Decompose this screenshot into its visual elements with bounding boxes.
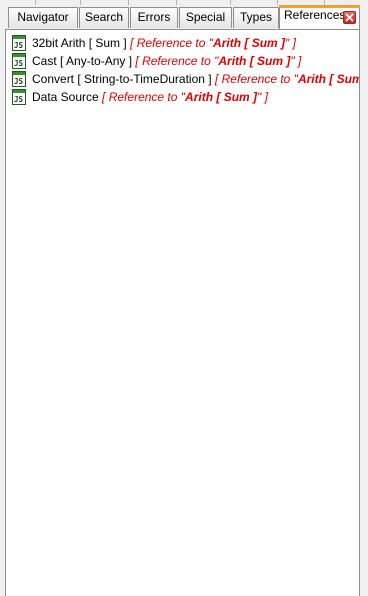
reference-annotation: [ Reference to "Arith [ Sum ]" ]: [135, 54, 301, 68]
ref-target: Arith [ Sum ]: [213, 36, 286, 50]
close-icon: [345, 13, 354, 22]
js-file-icon: JS: [12, 89, 26, 105]
tab-errors[interactable]: Errors: [130, 7, 178, 28]
item-name: Cast [ Any-to-Any ]: [32, 54, 133, 68]
reference-annotation: [ Reference to "Arith [ Sum ]" ]: [215, 72, 359, 86]
reference-annotation: [ Reference to "Arith [ Sum ]" ]: [130, 36, 296, 50]
ref-target: Arith [ Sum ]: [218, 54, 291, 68]
tab-search[interactable]: Search: [79, 7, 129, 28]
js-file-icon: JS: [12, 53, 26, 69]
references-list: JS 32bit Arith [ Sum ] [ Reference to "A…: [11, 34, 359, 106]
tab-references[interactable]: References: [279, 5, 360, 29]
svg-text:JS: JS: [14, 95, 24, 104]
tab-types[interactable]: Types: [233, 7, 279, 28]
list-item-text: Convert [ String-to-TimeDuration ] [ Ref…: [32, 72, 359, 86]
js-file-icon: JS: [12, 35, 26, 51]
ref-prefix: Reference to ": [221, 72, 298, 86]
svg-text:JS: JS: [14, 59, 24, 68]
tab-bar: Navigator Search Errors Special Types Re…: [0, 5, 368, 29]
js-file-icon: JS: [12, 71, 26, 87]
ref-suffix: " ]: [257, 90, 268, 104]
tab-label: Search: [84, 10, 124, 24]
item-name: Data Source: [32, 90, 99, 104]
ref-suffix: " ]: [285, 36, 296, 50]
ref-prefix: Reference to ": [108, 90, 186, 104]
tab-label: Navigator: [17, 10, 69, 24]
references-panel: JS 32bit Arith [ Sum ] [ Reference to "A…: [5, 29, 360, 596]
ref-suffix: " ]: [290, 54, 302, 68]
tab-label: Special: [185, 10, 226, 24]
tab-label: References: [284, 8, 346, 22]
list-item-text: Cast [ Any-to-Any ] [ Reference to "Arit…: [32, 54, 301, 68]
close-tab-button[interactable]: [343, 11, 356, 24]
list-item[interactable]: JS Data Source [ Reference to "Arith [ S…: [11, 88, 359, 106]
ref-target: Arith [ Sum ]: [185, 90, 258, 104]
ref-open: [: [214, 72, 222, 86]
list-item[interactable]: JS 32bit Arith [ Sum ] [ Reference to "A…: [11, 34, 359, 52]
tab-label: Errors: [137, 10, 171, 24]
list-item[interactable]: JS Convert [ String-to-TimeDuration ] [ …: [11, 70, 359, 88]
list-item-text: Data Source [ Reference to "Arith [ Sum …: [32, 90, 268, 104]
panel-right-edge: [360, 29, 368, 596]
ref-open: [: [102, 90, 109, 104]
svg-text:JS: JS: [14, 41, 24, 50]
tab-label: Types: [239, 10, 272, 24]
tab-navigator[interactable]: Navigator: [8, 7, 78, 28]
list-item-text: 32bit Arith [ Sum ] [ Reference to "Arit…: [32, 36, 296, 50]
ref-prefix: Reference to ": [136, 36, 214, 50]
ref-prefix: Reference to ": [142, 54, 219, 68]
reference-annotation: [ Reference to "Arith [ Sum ]" ]: [102, 90, 268, 104]
tab-special[interactable]: Special: [179, 7, 232, 28]
svg-text:JS: JS: [14, 77, 24, 86]
ref-target: Arith [ Sum ]: [297, 72, 359, 86]
list-item[interactable]: JS Cast [ Any-to-Any ] [ Reference to "A…: [11, 52, 359, 70]
item-name: Convert [ String-to-TimeDuration ]: [32, 72, 212, 86]
item-name: 32bit Arith [ Sum ]: [32, 36, 127, 50]
ref-open: [: [130, 36, 137, 50]
